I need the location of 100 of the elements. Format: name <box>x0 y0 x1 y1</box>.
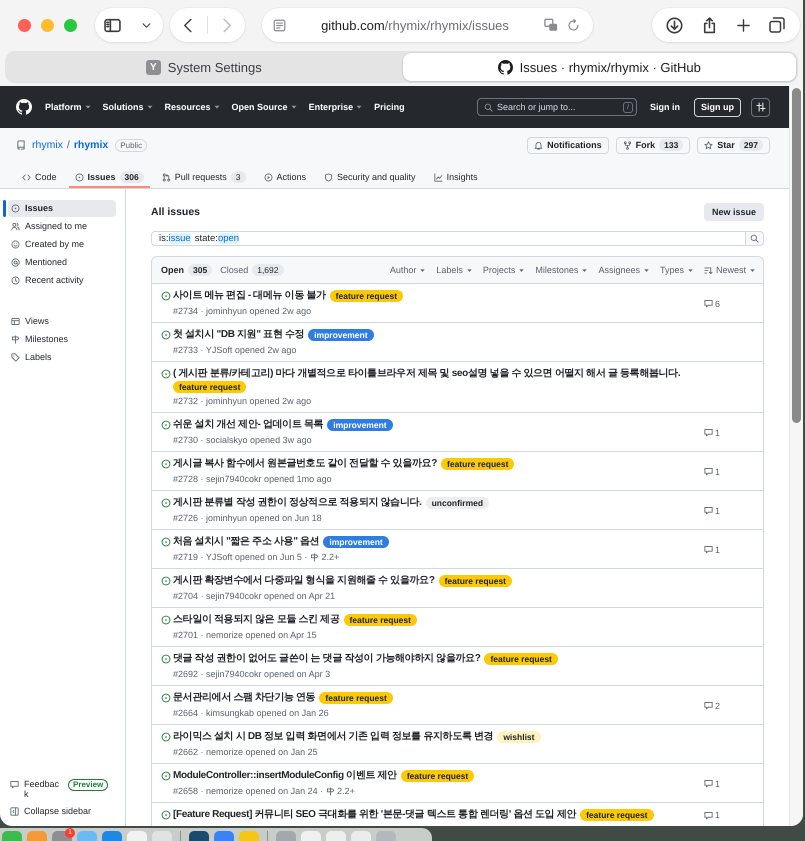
sign-in-link[interactable]: Sign in <box>650 102 680 112</box>
label-tag[interactable]: feature request <box>173 381 246 393</box>
comment-count-link[interactable]: 2 <box>704 700 720 710</box>
download-icon[interactable] <box>666 16 683 34</box>
sidebar-icon[interactable] <box>104 16 121 34</box>
browser-tab[interactable]: Issues · rhymix/rhymix · GitHub <box>402 53 796 81</box>
issue-title-link[interactable]: [Feature Request] 커뮤니티 SEO 극대화를 위한 '본문-댓글 텍스트 통합 렌더링' 옵션 도입 제안 <box>173 808 576 822</box>
zoom-window-button[interactable] <box>64 18 77 32</box>
milestone-link[interactable]: 2.2+ <box>310 551 340 564</box>
nav-menu-item[interactable]: Resources <box>164 102 221 112</box>
repo-tab[interactable]: Code <box>16 166 63 188</box>
share-icon[interactable] <box>701 16 718 34</box>
comment-count-link[interactable]: 6 <box>704 298 720 308</box>
close-window-button[interactable] <box>18 18 31 32</box>
label-tag[interactable]: feature request <box>580 809 654 821</box>
issue-title-link[interactable]: 문서관리에서 스팸 차단기능 연동 <box>173 691 316 705</box>
label-tag[interactable]: feature request <box>344 614 417 626</box>
address-field[interactable]: github.com/rhymix/rhymix/issues <box>262 8 593 42</box>
sidebar-item[interactable]: Milestones <box>8 330 116 348</box>
filter-dropdown[interactable]: Milestones <box>535 265 588 275</box>
collapse-sidebar-button[interactable]: Collapse sidebar <box>3 806 116 816</box>
sign-up-button[interactable]: Sign up <box>694 98 741 116</box>
issue-title-link[interactable]: 게시판 확장변수에서 다중파일 형식을 지원해줄 수 있을까요? <box>173 574 435 588</box>
state-tab[interactable]: Closed 1,692 <box>220 264 284 276</box>
issue-title-link[interactable]: 사이트 메뉴 편집 - 대메뉴 이동 불가 <box>173 289 326 303</box>
logo-icon[interactable] <box>16 99 32 115</box>
filter-dropdown[interactable]: Labels <box>436 265 473 275</box>
scrollbar[interactable] <box>789 86 803 826</box>
comment-count-link[interactable]: 1 <box>704 466 720 476</box>
sidebar-item[interactable]: Labels <box>8 348 116 366</box>
new-tab-icon[interactable] <box>736 18 751 32</box>
issue-title-link[interactable]: 댓글 작성 권한이 없어도 글쓴이 는 댓글 작성이 가능해야하지 않을까요? <box>173 652 480 666</box>
sidebar-item[interactable]: Created by me <box>8 236 116 252</box>
repo-tab[interactable]: Security and quality <box>318 166 422 188</box>
label-tag[interactable]: feature request <box>400 770 474 782</box>
page-icon[interactable] <box>273 18 286 32</box>
minimize-window-button[interactable] <box>41 18 54 32</box>
browser-tab[interactable]: Y System Settings <box>7 53 400 81</box>
nav-menu-item[interactable]: Solutions <box>102 102 154 112</box>
filter-search-field[interactable]: is:issue state:open <box>151 231 746 246</box>
fork-button[interactable]: Fork 133 <box>616 136 690 154</box>
repo-owner-link[interactable]: rhymix <box>32 139 63 151</box>
search-button[interactable] <box>746 231 764 246</box>
feedback-link[interactable]: Feedback <box>3 779 62 799</box>
label-tag[interactable]: feature request <box>484 653 558 665</box>
issue-title-link[interactable]: ( 게시판 분류/카테고리) 마다 개별적으로 타이틀브라우저 제목 및 seo설명 넣을 수 있으면 어떨지 해서 글 등록해봅니다. <box>173 367 680 381</box>
repo-tab[interactable]: Issues 306 <box>68 166 150 188</box>
label-tag[interactable]: wishlist <box>497 731 540 743</box>
nav-menu-item[interactable]: Enterprise <box>308 102 364 112</box>
filter-dropdown[interactable]: Types <box>660 265 694 275</box>
issue-title-link[interactable]: ModuleController::insertModuleConfig 이벤트 제안 <box>173 769 397 783</box>
sidebar-item[interactable]: Views <box>8 312 116 330</box>
comment-count-link[interactable]: 1 <box>704 428 720 438</box>
milestone-link[interactable]: 2.2+ <box>326 785 355 798</box>
comment-count-link[interactable]: 1 <box>704 544 720 554</box>
issue-title-link[interactable]: 처음 설치시 "짧은 주소 사용" 옵션 <box>173 535 320 549</box>
sidebar-item[interactable]: Assigned to me <box>8 218 116 234</box>
repo-tab[interactable]: Pull requests 3 <box>156 166 252 188</box>
sidebar-item[interactable]: Mentioned <box>8 254 116 270</box>
label-tag[interactable]: feature request <box>441 458 514 470</box>
issue-title-link[interactable]: 라이믹스 설치 시 DB 정보 입력 화면에서 기존 입력 정보를 유지하도록 변경 <box>173 730 494 744</box>
issue-title-link[interactable]: 스타일이 적용되지 않은 모듈 스킨 제공 <box>173 613 340 627</box>
sidebar-item[interactable]: Issues <box>8 200 116 216</box>
sidebar-item[interactable]: Recent activity <box>8 272 116 288</box>
nav-menu-item[interactable]: Open Source <box>232 102 298 112</box>
reload-icon[interactable] <box>567 18 580 32</box>
issue-meta: #2726 · jominhyun opened on Jun 18 <box>173 512 322 525</box>
comment-count-link[interactable]: 1 <box>704 810 720 820</box>
label-tag[interactable]: improvement <box>327 419 393 431</box>
comment-count-link[interactable]: 1 <box>704 778 720 788</box>
repo-name-link[interactable]: rhymix <box>74 139 108 151</box>
label-tag[interactable]: improvement <box>323 536 389 548</box>
star-button[interactable]: Star 297 <box>697 136 770 154</box>
filter-dropdown[interactable]: Assignees <box>598 265 650 275</box>
issue-title-link[interactable]: 첫 설치시 "DB 지원" 표현 수정 <box>173 328 304 342</box>
notifications-button[interactable]: Notifications <box>527 136 609 154</box>
overlapping-squares-icon[interactable] <box>544 18 558 32</box>
issue-title-link[interactable]: 쉬운 설치 개선 제안- 업데이트 목록 <box>173 418 324 432</box>
state-tab[interactable]: Open 305 <box>161 264 212 276</box>
menu-button[interactable] <box>751 98 770 116</box>
filter-dropdown[interactable]: Author <box>390 265 426 275</box>
tab-overview-icon[interactable] <box>769 17 785 33</box>
search-input[interactable]: Search or jump to... <box>497 101 620 113</box>
repo-tab[interactable]: Insights <box>428 166 484 188</box>
repo-tab[interactable]: Actions <box>258 166 312 188</box>
nav-menu-item[interactable]: Platform <box>45 102 92 112</box>
label-tag[interactable]: unconfirmed <box>426 497 490 509</box>
issue-title-link[interactable]: 게시판 분류별 작성 권한이 정상적으로 적용되지 않습니다. <box>173 496 422 510</box>
label-tag[interactable]: feature request <box>319 692 393 704</box>
scrollbar-thumb[interactable] <box>792 88 801 423</box>
app-icon[interactable] <box>189 831 209 841</box>
new-issue-button[interactable]: New issue <box>704 203 764 221</box>
nav-menu-item[interactable]: Pricing <box>374 102 405 112</box>
label-tag[interactable]: improvement <box>308 329 374 341</box>
filter-dropdown[interactable]: Projects <box>482 265 526 275</box>
label-tag[interactable]: feature request <box>330 290 404 302</box>
sort-dropdown[interactable]: Newest <box>704 265 756 275</box>
issue-title-link[interactable]: 게시글 복사 함수에서 원본글번호도 같이 전달할 수 있을까요? <box>173 457 438 471</box>
label-tag[interactable]: feature request <box>438 575 512 587</box>
comment-count-link[interactable]: 1 <box>704 506 720 516</box>
